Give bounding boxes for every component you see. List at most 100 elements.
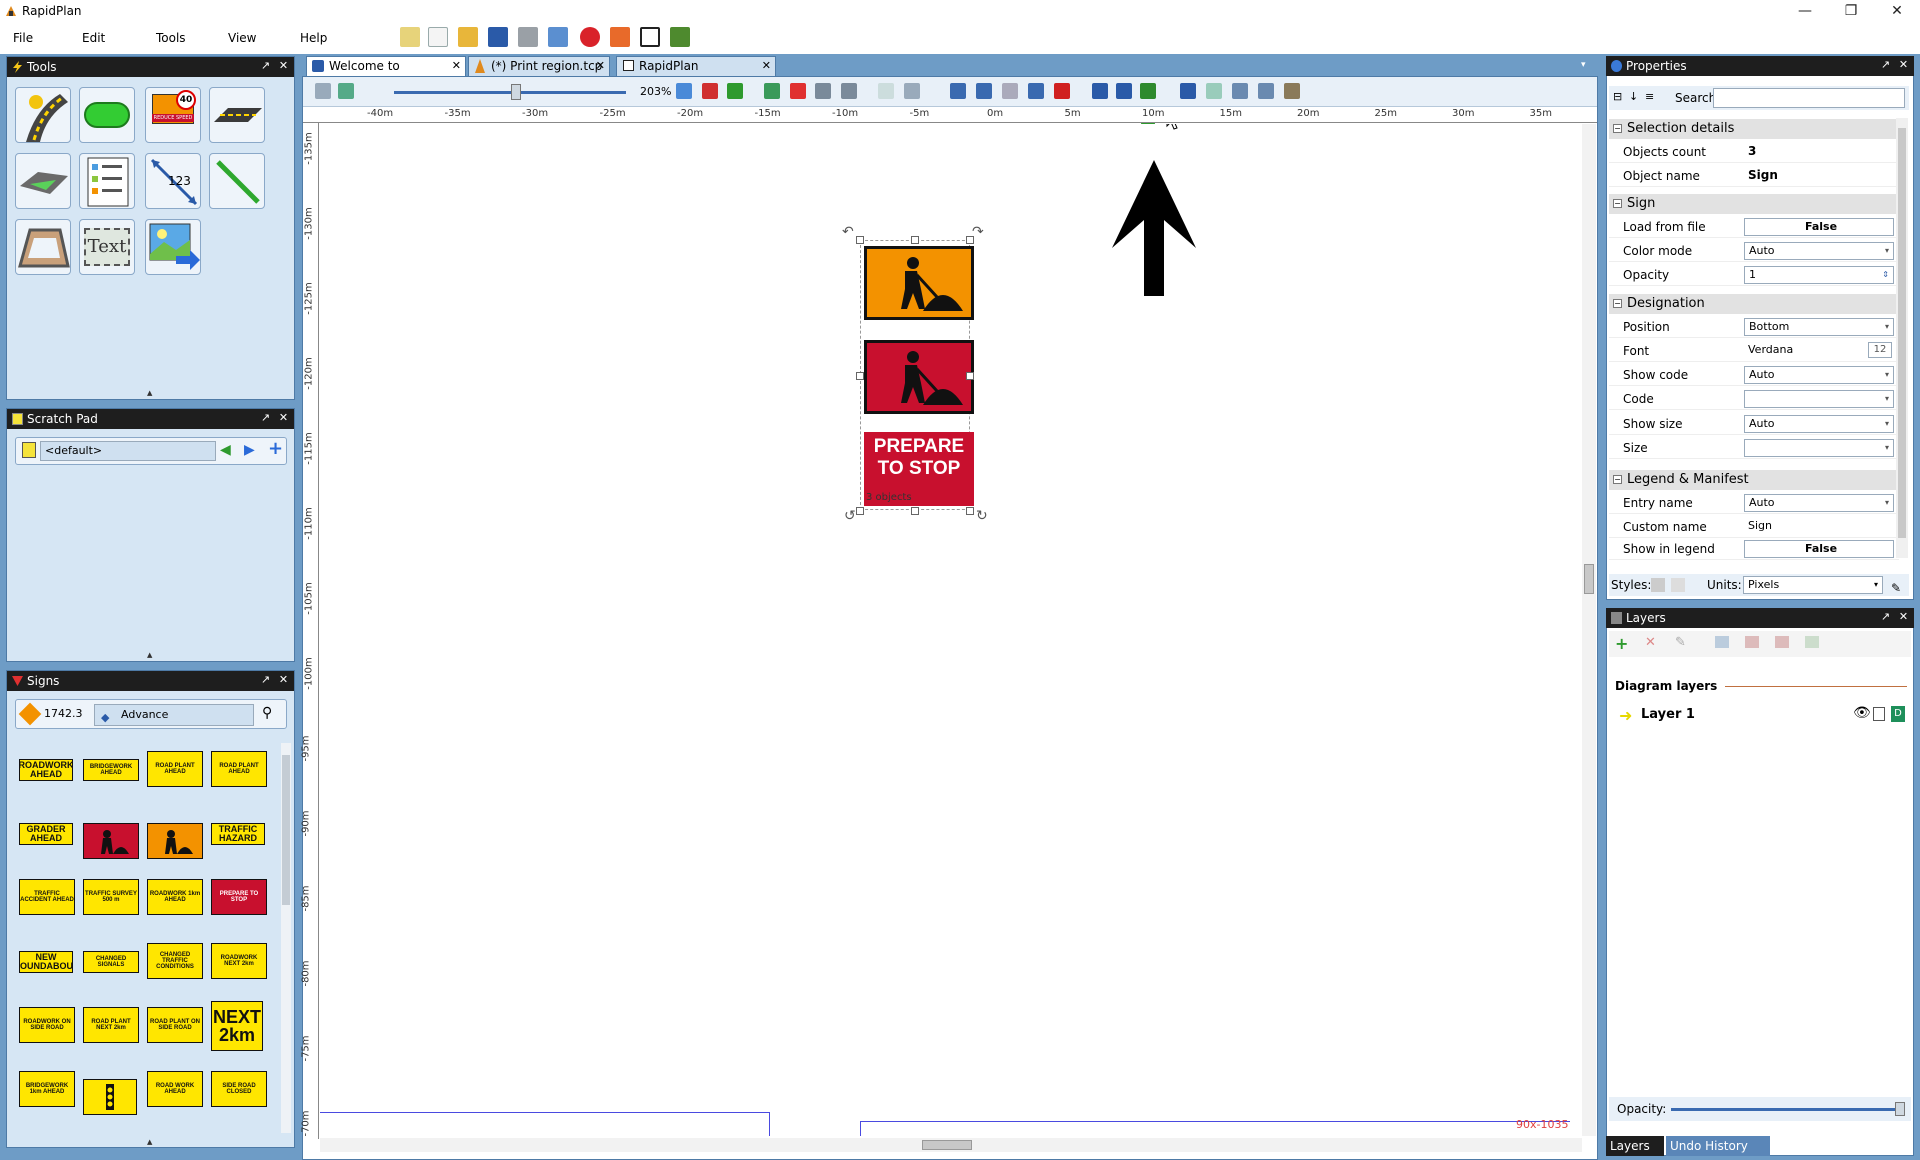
menu-file[interactable]: File (13, 31, 33, 45)
resize-handle[interactable] (911, 236, 919, 244)
close-panel-icon[interactable]: ✕ (277, 412, 290, 425)
roadworker-sign-orange[interactable] (864, 246, 974, 320)
properties-scroll-thumb[interactable] (1898, 128, 1906, 538)
property-color-mode[interactable]: Color mode Auto ▾ (1609, 240, 1899, 262)
edit-style-icon[interactable]: ✎ (1891, 577, 1901, 599)
tab-print-region[interactable]: (*) Print region.tcp ✕ (468, 56, 610, 76)
property-value[interactable]: ▾ (1744, 439, 1894, 457)
pin-icon[interactable]: ↗ (259, 60, 272, 73)
close-tab-icon[interactable]: ✕ (596, 57, 605, 75)
sign-thumbnail[interactable]: GRADER AHEAD (19, 823, 73, 845)
line-tool[interactable] (209, 153, 265, 209)
sign-thumbnail[interactable] (83, 1079, 137, 1115)
pin-icon[interactable]: ↗ (1879, 59, 1892, 72)
properties-scrollbar[interactable] (1896, 118, 1908, 558)
move-layer-down-icon[interactable] (1745, 636, 1759, 648)
property-show-code[interactable]: Show code Auto ▾ (1609, 364, 1899, 386)
collapse-icon[interactable]: − (1613, 124, 1622, 133)
layer-row[interactable]: ➜ Layer 1 👁 D (1611, 703, 1909, 727)
style-brush-icon[interactable] (1651, 578, 1665, 592)
visibility-eye-icon[interactable]: 👁 (1853, 705, 1871, 721)
binoculars-icon[interactable]: ⚲ (262, 705, 272, 721)
property-value[interactable]: Verdana 12 (1744, 342, 1894, 360)
opacity-slider[interactable] (1671, 1108, 1905, 1111)
selected-sign-group[interactable]: PREPARE TO STOP 3 objects ↶ ↷ ↺ ↻ (840, 224, 988, 526)
horizontal-scrollbar[interactable] (320, 1138, 1582, 1152)
units-select[interactable]: Pixels ▾ (1743, 576, 1883, 594)
minimize-button[interactable]: — (1782, 0, 1828, 24)
arrange-icon[interactable] (1140, 83, 1156, 99)
sign-code[interactable]: 1742.3 (44, 707, 83, 720)
property-value[interactable]: Auto ▾ (1744, 242, 1894, 260)
tab-welcome[interactable]: Welcome to RapidPlan ✕ (306, 56, 466, 91)
paste-icon[interactable] (1284, 83, 1300, 99)
property-value[interactable]: Auto ▾ (1744, 366, 1894, 384)
view-icon[interactable] (338, 83, 354, 99)
sign-tool[interactable]: 40 REDUCE SPEED (145, 87, 201, 143)
menu-tools[interactable]: Tools (156, 31, 186, 45)
property-value[interactable]: False (1744, 540, 1894, 558)
sign-thumbnail[interactable]: ROAD WORK AHEAD (147, 1071, 203, 1107)
property-object-name[interactable]: Object name Sign (1609, 165, 1899, 187)
sign-thumbnail[interactable]: TRAFFIC ACCIDENT AHEAD (19, 879, 75, 915)
panel-resize-grip[interactable]: ▲ (147, 651, 152, 659)
vertical-scroll-thumb[interactable] (1584, 564, 1594, 594)
pan-icon[interactable] (315, 83, 331, 99)
direction-arrow[interactable] (1112, 160, 1196, 296)
property-value[interactable]: False (1744, 218, 1894, 236)
close-panel-icon[interactable]: ✕ (277, 674, 290, 687)
horizontal-scroll-thumb[interactable] (922, 1140, 972, 1150)
collapse-icon[interactable]: − (1613, 299, 1622, 308)
property-value[interactable]: Sign (1744, 167, 1894, 185)
menu-help[interactable]: Help (300, 31, 327, 45)
sign-thumbnail[interactable]: ROADWORK AHEAD (19, 759, 73, 781)
cut-icon[interactable] (1258, 83, 1274, 99)
pin-icon[interactable]: ↗ (259, 412, 272, 425)
category-sign[interactable]: − Sign (1609, 194, 1899, 214)
resize-handle[interactable] (856, 372, 864, 380)
copy-icon[interactable] (1232, 83, 1248, 99)
tab-layers[interactable]: Layers (1606, 1136, 1664, 1156)
close-tab-icon[interactable]: ✕ (452, 57, 461, 75)
table-icon[interactable] (815, 83, 831, 99)
sign-thumbnail[interactable]: SIDE ROAD CLOSED (211, 1071, 267, 1107)
edit-layer-icon[interactable]: ✎ (1675, 635, 1686, 650)
list-icon[interactable]: ≡ (1645, 90, 1654, 103)
property-custom-name[interactable]: Custom name Sign (1609, 516, 1899, 538)
lock-icon[interactable] (1873, 707, 1885, 721)
area-tool[interactable] (15, 153, 71, 209)
category-selection[interactable]: − Selection details (1609, 119, 1899, 139)
sign-thumbnail[interactable]: ROADWORK 1km AHEAD (147, 879, 203, 915)
sign-thumbnail[interactable]: TRAFFIC SURVEY 500 m (83, 879, 139, 915)
add-icon[interactable]: + (268, 438, 283, 459)
collapse-icon[interactable]: − (1613, 475, 1622, 484)
signs-scrollbar[interactable] (281, 743, 291, 1133)
tab-undo-history[interactable]: Undo History (1666, 1136, 1770, 1156)
property-font[interactable]: Font Verdana 12 (1609, 340, 1899, 362)
property-entry-name[interactable]: Entry name Auto ▾ (1609, 492, 1899, 514)
property-size[interactable]: Size ▾ (1609, 437, 1899, 459)
sign-thumbnail[interactable] (83, 823, 139, 859)
new-diagram-icon[interactable] (400, 27, 420, 47)
grid-icon[interactable] (841, 83, 857, 99)
zoom-slider-thumb[interactable] (511, 84, 521, 100)
snap-icon[interactable] (727, 83, 743, 99)
rotate-handle-icon[interactable]: ↶ (842, 224, 854, 240)
sign-thumbnail[interactable]: PREPARE TO STOP (211, 879, 267, 915)
sign-thumbnail[interactable]: CHANGED SIGNALS (83, 951, 139, 973)
resize-handle[interactable] (966, 372, 974, 380)
exit-icon[interactable] (670, 27, 690, 47)
category-designation[interactable]: − Designation (1609, 294, 1899, 314)
road-tool[interactable] (15, 87, 71, 143)
signs-scroll-thumb[interactable] (282, 755, 290, 905)
style-copy-icon[interactable] (1671, 578, 1685, 592)
rotate-handle-icon[interactable]: ↷ (972, 224, 984, 240)
font-size-field[interactable]: 12 (1868, 342, 1892, 358)
close-tab-icon[interactable]: ✕ (762, 57, 771, 75)
dimension-tool[interactable]: 123 (145, 153, 201, 209)
rotate-icon[interactable] (1028, 83, 1044, 99)
property-position[interactable]: Position Bottom ▾ (1609, 316, 1899, 338)
panel-resize-grip[interactable]: ▲ (147, 389, 152, 397)
merge-layer-icon[interactable] (1775, 636, 1789, 648)
move-layer-up-icon[interactable] (1715, 636, 1729, 648)
